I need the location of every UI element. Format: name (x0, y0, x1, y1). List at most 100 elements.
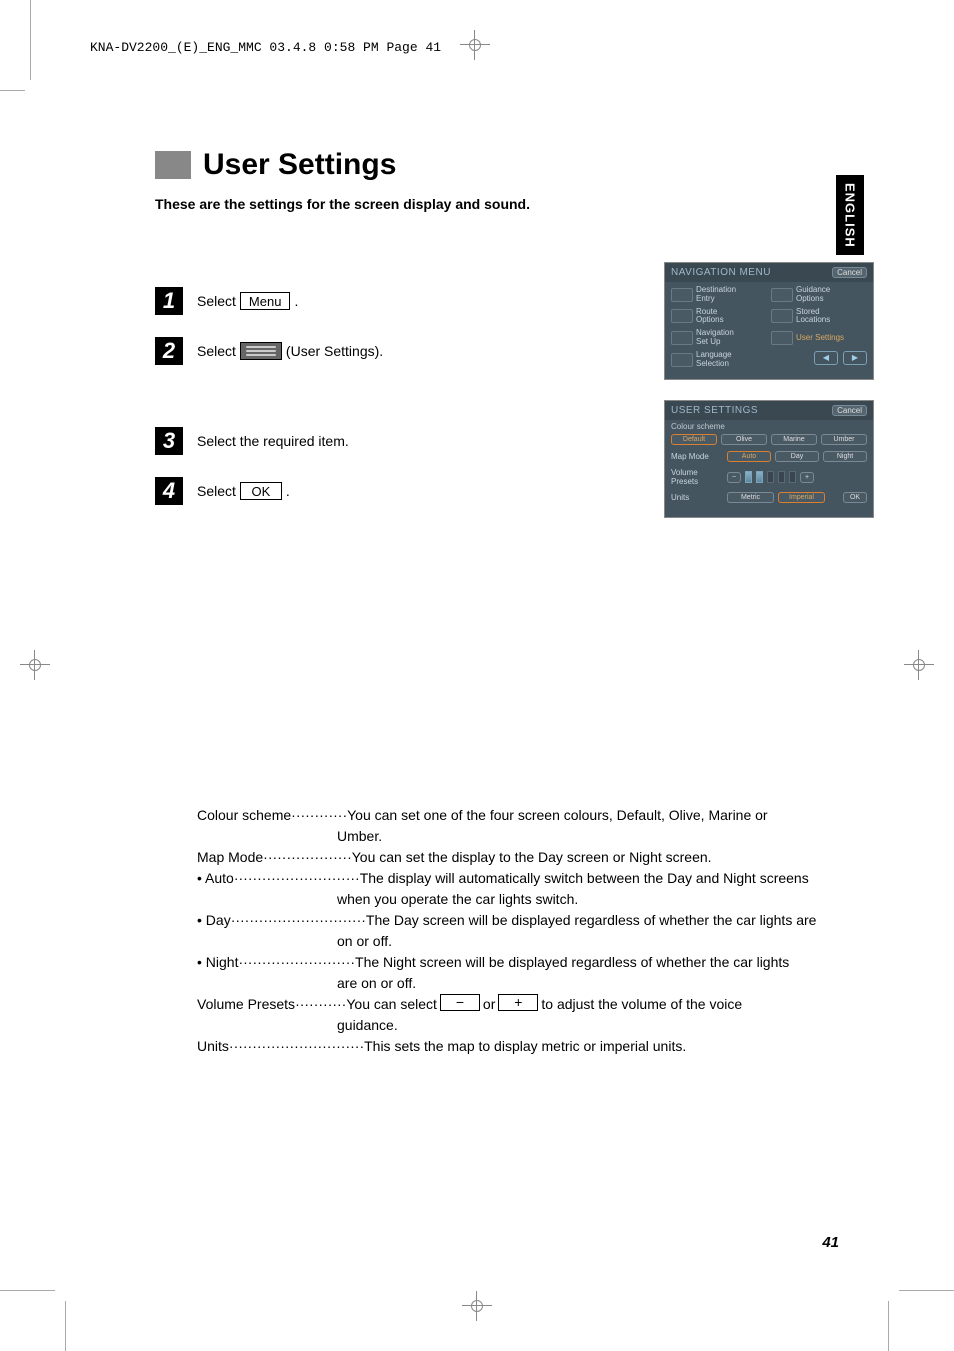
step-number: 4 (155, 477, 183, 505)
navsetup-icon (671, 331, 693, 345)
desc-text-cont: guidance. (197, 1015, 865, 1036)
vol-bar (756, 471, 763, 483)
cancel-button[interactable]: Cancel (832, 267, 867, 278)
cancel-button[interactable]: Cancel (832, 405, 867, 416)
desc-text-cont: Umber. (197, 826, 865, 847)
colour-default[interactable]: Default (671, 434, 717, 445)
crop-mark (888, 1301, 889, 1351)
vol-minus[interactable]: − (727, 472, 741, 483)
or-text: or (483, 994, 495, 1015)
colour-olive[interactable]: Olive (721, 434, 767, 445)
desc-text: to adjust the volume of the voice (541, 994, 742, 1015)
crop-mark (30, 0, 31, 80)
dots: ····························· (231, 910, 366, 931)
colour-umber[interactable]: Umber (821, 434, 867, 445)
nav-menu-screenshot: NAVIGATION MENU Cancel DestinationEntry … (664, 262, 874, 380)
register-mark-top (460, 30, 490, 60)
crop-mark (0, 90, 25, 91)
register-mark-bottom (462, 1291, 492, 1321)
step-text: Select (197, 343, 236, 359)
page-subtitle: These are the settings for the screen di… (155, 196, 865, 212)
dots: ··························· (234, 868, 360, 889)
page-header-text: KNA-DV2200_(E)_ENG_MMC 03.4.8 0:58 PM Pa… (90, 40, 441, 55)
route-icon (671, 309, 693, 323)
user-settings-screenshot: USER SETTINGS Cancel Colour scheme Defau… (664, 400, 874, 518)
map-auto[interactable]: Auto (727, 451, 771, 462)
units-label: Units (671, 493, 723, 502)
step-number: 1 (155, 287, 183, 315)
step-text: Select (197, 483, 236, 499)
nav-item-navsetup[interactable]: NavigationSet Up (671, 329, 767, 347)
nav-item-language[interactable]: LanguageSelection (671, 351, 767, 369)
desc-term: Map Mode (197, 847, 263, 868)
stored-icon (771, 309, 793, 323)
next-button[interactable]: ▶ (843, 351, 867, 365)
menu-button[interactable]: Menu (240, 292, 291, 310)
title-block-icon (155, 151, 191, 179)
nav-menu-title: NAVIGATION MENU (671, 267, 771, 278)
nav-item-route[interactable]: RouteOptions (671, 308, 767, 326)
map-night[interactable]: Night (823, 451, 867, 462)
language-icon (671, 353, 693, 367)
dots: ························· (238, 952, 355, 973)
destination-icon (671, 288, 693, 302)
desc-text: You can set the display to the Day scree… (352, 847, 865, 868)
desc-text: You can select (346, 994, 437, 1015)
dots: ··········· (295, 994, 346, 1015)
ok-button[interactable]: OK (240, 482, 282, 500)
desc-text: The Night screen will be displayed regar… (355, 952, 865, 973)
colour-marine[interactable]: Marine (771, 434, 817, 445)
desc-text-cont: are on or off. (197, 973, 865, 994)
desc-text: The Day screen will be displayed regardl… (366, 910, 865, 931)
step-text: Select the required item. (197, 433, 349, 449)
desc-text: You can set one of the four screen colou… (347, 805, 865, 826)
desc-term: • Day (197, 910, 231, 931)
crop-mark (899, 1290, 954, 1291)
vol-bar (789, 471, 796, 483)
step-suffix: . (294, 293, 298, 309)
dots: ············ (291, 805, 347, 826)
desc-term: • Night (197, 952, 238, 973)
vol-bar (745, 471, 752, 483)
step-suffix: (User Settings). (286, 343, 383, 359)
guidance-icon (771, 288, 793, 302)
nav-item-destination[interactable]: DestinationEntry (671, 286, 767, 304)
usersettings-icon (771, 331, 793, 345)
nav-item-guidance[interactable]: GuidanceOptions (771, 286, 867, 304)
desc-term: Units (197, 1036, 229, 1057)
prev-button[interactable]: ◀ (814, 351, 838, 365)
page-title: User Settings (203, 148, 396, 182)
colour-scheme-label: Colour scheme (665, 420, 873, 431)
page-number: 41 (822, 1234, 839, 1251)
nav-item-stored[interactable]: StoredLocations (771, 308, 867, 326)
desc-text-cont: when you operate the car lights switch. (197, 889, 865, 910)
units-imperial[interactable]: Imperial (778, 492, 825, 503)
minus-button[interactable]: − (440, 994, 480, 1011)
step-number: 2 (155, 337, 183, 365)
desc-text-cont: on or off. (197, 931, 865, 952)
map-mode-label: Map Mode (671, 452, 723, 461)
map-day[interactable]: Day (775, 451, 819, 462)
ok-button[interactable]: OK (843, 492, 867, 503)
volume-label: Volume Presets (671, 468, 723, 486)
user-settings-icon-button[interactable] (240, 342, 282, 360)
step-text: Select (197, 293, 236, 309)
register-mark-right (904, 650, 934, 680)
dots: ····························· (229, 1036, 364, 1057)
vol-bar (767, 471, 774, 483)
user-settings-title: USER SETTINGS (671, 405, 758, 416)
vol-bar (778, 471, 785, 483)
vol-plus[interactable]: + (800, 472, 814, 483)
crop-mark (65, 1301, 66, 1351)
crop-mark (0, 1290, 55, 1291)
desc-text: The display will automatically switch be… (360, 868, 865, 889)
nav-item-user-settings[interactable]: User Settings (771, 329, 867, 347)
desc-term: Colour scheme (197, 805, 291, 826)
step-suffix: . (286, 483, 290, 499)
desc-text: This sets the map to display metric or i… (364, 1036, 865, 1057)
units-metric[interactable]: Metric (727, 492, 774, 503)
desc-term: Volume Presets (197, 994, 295, 1015)
register-mark-left (20, 650, 50, 680)
desc-term: • Auto (197, 868, 234, 889)
plus-button[interactable]: + (498, 994, 538, 1011)
